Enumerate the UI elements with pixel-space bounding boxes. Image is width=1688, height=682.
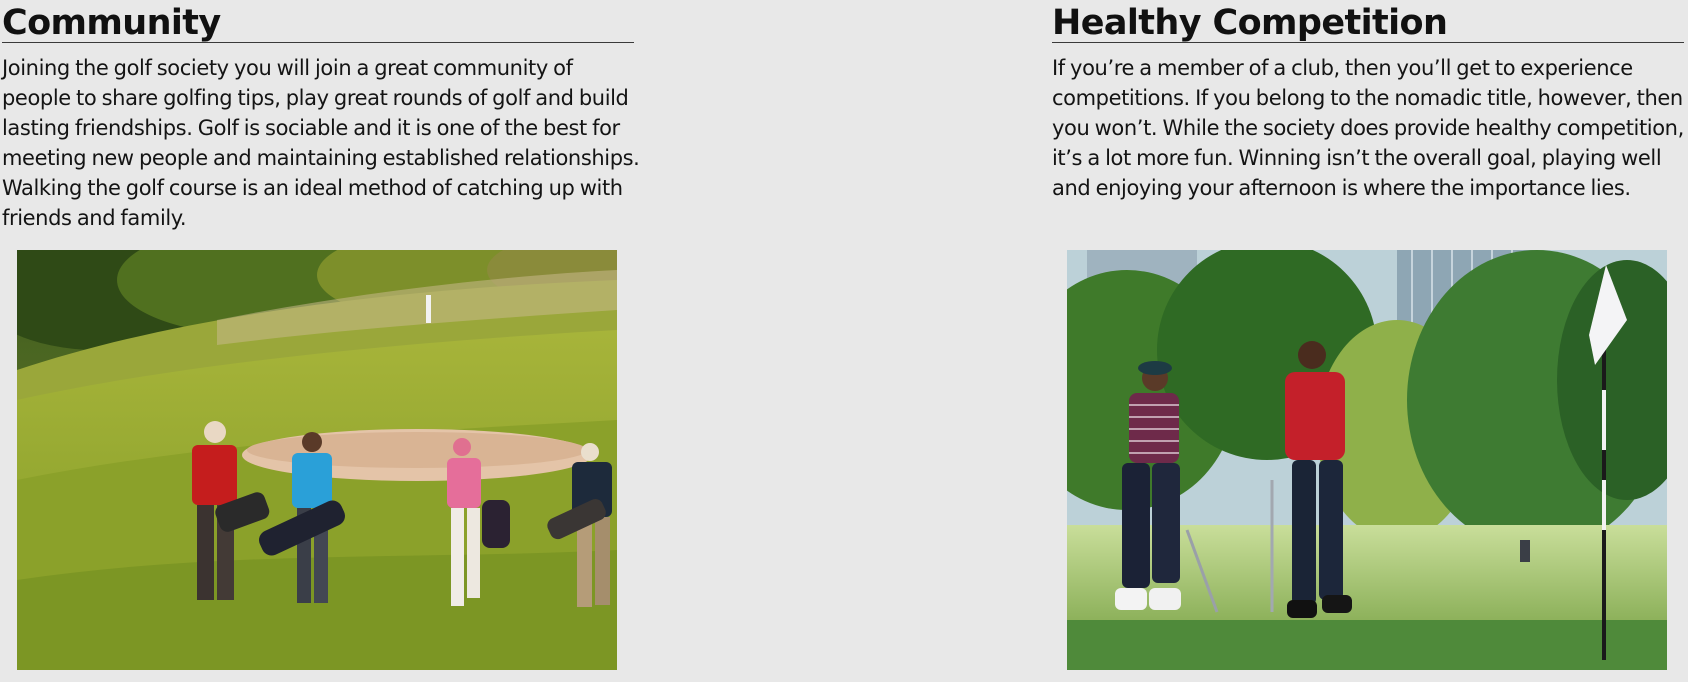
healthy-competition-heading: Healthy Competition (1052, 0, 1684, 43)
golfers-walking-illustration (17, 250, 617, 670)
golfers-on-green-photo (1067, 250, 1667, 670)
community-body: Joining the golf society you will join a… (2, 56, 640, 230)
healthy-competition-body: If you’re a member of a club, then you’l… (1052, 56, 1684, 200)
community-section: Community Joining the golf society you w… (2, 0, 640, 670)
page: Community Joining the golf society you w… (0, 0, 1688, 682)
healthy-competition-section: Healthy Competition If you’re a member o… (1052, 0, 1684, 670)
community-heading: Community (2, 0, 634, 43)
golfers-walking-photo (17, 250, 617, 670)
golfers-on-green-illustration (1067, 250, 1667, 670)
